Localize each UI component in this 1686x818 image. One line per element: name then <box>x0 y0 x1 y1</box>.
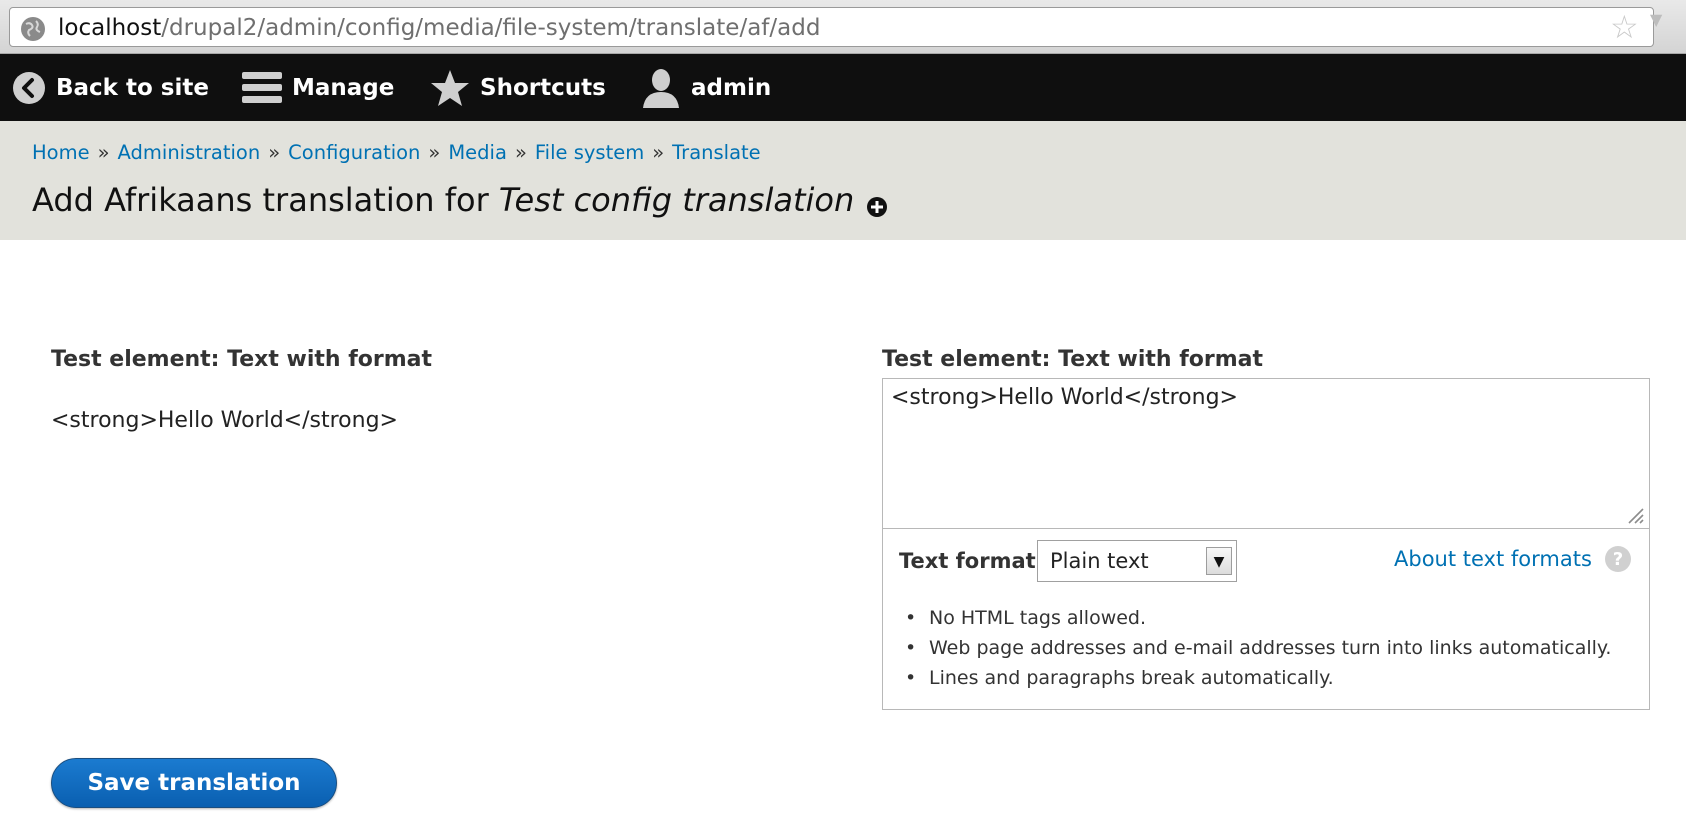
url-dropdown-icon[interactable]: ▼ <box>1650 10 1662 29</box>
manage-label: Manage <box>292 74 395 101</box>
source-label: Test element: Text with format <box>51 347 433 372</box>
breadcrumb-separator: » <box>428 141 441 164</box>
list-item: Web page addresses and e-mail addresses … <box>905 633 1611 663</box>
page-title-name: Test config translation <box>498 181 855 219</box>
text-format-tips: No HTML tags allowed. Web page addresses… <box>905 603 1611 693</box>
breadcrumb-file-system[interactable]: File system <box>535 141 644 164</box>
breadcrumb-separator: » <box>268 141 281 164</box>
list-item: No HTML tags allowed. <box>905 603 1611 633</box>
text-format-selected: Plain text <box>1050 549 1149 573</box>
text-format-select[interactable]: Plain text ▼ <box>1037 540 1237 582</box>
url-text: localhost/drupal2/admin/config/media/fil… <box>58 14 820 42</box>
url-path: /drupal2/admin/config/media/file-system/… <box>161 15 821 41</box>
page-title: Add Afrikaans translation for Test confi… <box>32 181 854 219</box>
globe-icon <box>21 17 45 41</box>
resize-grip-icon[interactable] <box>1623 503 1645 525</box>
star-icon <box>431 69 469 106</box>
translation-textarea[interactable]: <strong>Hello World</strong> <box>883 379 1649 529</box>
user-label: admin <box>691 74 772 101</box>
bookmark-star-icon[interactable]: ☆ <box>1610 10 1639 44</box>
menu-icon <box>242 71 282 103</box>
save-translation-button[interactable]: Save translation <box>51 758 337 808</box>
browser-address-bar: localhost/drupal2/admin/config/media/fil… <box>0 0 1686 54</box>
url-host: localhost <box>58 15 162 41</box>
about-text-formats-link[interactable]: About text formats <box>1394 547 1592 571</box>
select-arrow-icon: ▼ <box>1206 547 1232 575</box>
list-item: Lines and paragraphs break automatically… <box>905 663 1611 693</box>
text-format-label: Text format <box>899 549 1036 573</box>
back-to-site-label: Back to site <box>56 74 209 101</box>
manage-menu[interactable]: Manage <box>242 54 394 121</box>
admin-toolbar: Back to site Manage Shortcuts admin <box>0 54 1686 121</box>
help-icon[interactable]: ? <box>1604 545 1632 573</box>
breadcrumb-separator: » <box>652 141 665 164</box>
breadcrumb-configuration[interactable]: Configuration <box>288 141 420 164</box>
source-value: <strong>Hello World</strong> <box>51 408 398 433</box>
breadcrumb-translate[interactable]: Translate <box>672 141 761 164</box>
back-to-site-link[interactable]: Back to site <box>12 54 209 121</box>
translation-field-wrapper: <strong>Hello World</strong> Text format… <box>882 378 1650 710</box>
shortcuts-menu[interactable]: Shortcuts <box>430 54 606 121</box>
page-title-prefix: Add Afrikaans translation for <box>32 181 499 219</box>
user-icon <box>643 68 679 108</box>
breadcrumb: Home » Administration » Configuration » Media »… <box>32 141 761 164</box>
translation-label: Test element: Text with format <box>882 347 1264 372</box>
url-field[interactable]: localhost/drupal2/admin/config/media/fil… <box>9 7 1654 47</box>
breadcrumb-separator: » <box>514 141 527 164</box>
add-shortcut-plus-icon[interactable] <box>866 196 888 218</box>
breadcrumb-separator: » <box>97 141 110 164</box>
user-menu[interactable]: admin <box>641 54 771 121</box>
breadcrumb-media[interactable]: Media <box>448 141 507 164</box>
page-header: Home » Administration » Configuration » Media »… <box>0 121 1686 240</box>
breadcrumb-home[interactable]: Home <box>32 141 90 164</box>
breadcrumb-administration[interactable]: Administration <box>118 141 261 164</box>
back-arrow-icon <box>13 71 45 104</box>
shortcuts-label: Shortcuts <box>480 74 606 101</box>
svg-text:?: ? <box>1613 549 1623 570</box>
